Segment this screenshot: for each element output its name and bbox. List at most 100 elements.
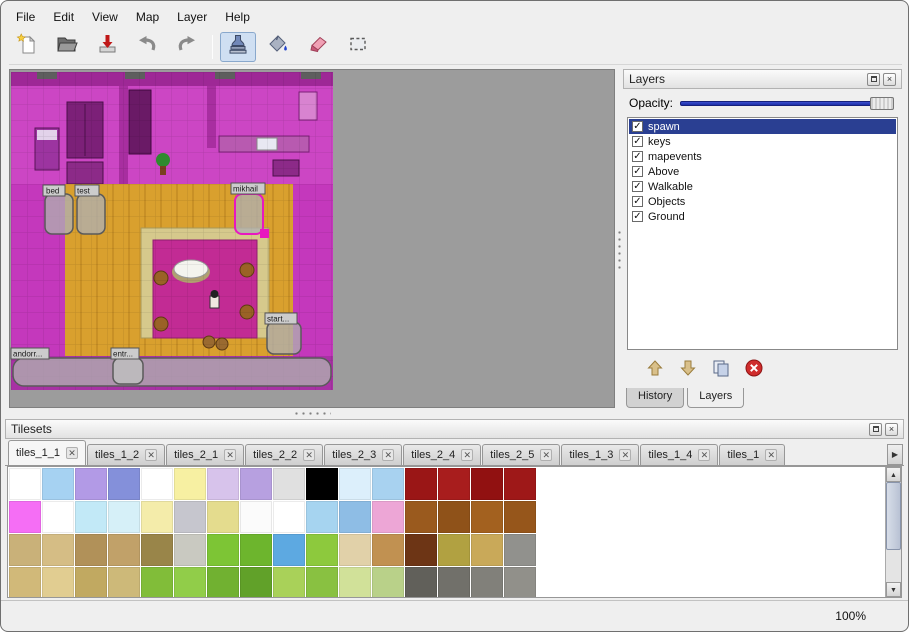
tileset-tab[interactable]: tiles_1_4 ✕ [640, 444, 718, 465]
map-object[interactable] [267, 322, 301, 354]
bucket-fill-button[interactable] [260, 32, 296, 62]
tileset-tile[interactable] [42, 567, 74, 598]
layer-visibility-checkbox[interactable]: ✓ [632, 181, 643, 192]
tileset-tile[interactable] [339, 534, 371, 566]
menu-file[interactable]: File [7, 7, 44, 27]
tab-history[interactable]: History [626, 388, 684, 408]
close-dock-icon[interactable]: × [883, 73, 896, 86]
duplicate-layer-icon[interactable] [709, 356, 733, 380]
tileset-tile[interactable] [108, 501, 140, 533]
close-tab-icon[interactable]: ✕ [145, 449, 157, 461]
tileset-tab[interactable]: tiles_1 ✕ [719, 444, 785, 465]
opacity-slider[interactable] [680, 96, 896, 111]
tileset-tab[interactable]: tiles_2_2 ✕ [245, 444, 323, 465]
rect-select-button[interactable] [340, 32, 376, 62]
tileset-grid[interactable] [8, 467, 537, 597]
tileset-tile[interactable] [471, 567, 503, 598]
tileset-tile[interactable] [339, 468, 371, 500]
close-tab-icon[interactable]: ✕ [619, 449, 631, 461]
tileset-tile[interactable] [504, 534, 536, 566]
tileset-tile[interactable] [141, 501, 173, 533]
scrollbar-track[interactable] [886, 482, 901, 582]
tileset-tile[interactable] [207, 468, 239, 500]
tileset-tile[interactable] [306, 534, 338, 566]
layer-visibility-checkbox[interactable]: ✓ [632, 211, 643, 222]
opacity-slider-handle[interactable] [870, 97, 894, 110]
tileset-tile[interactable] [504, 567, 536, 598]
tileset-tile[interactable] [174, 534, 206, 566]
close-tab-icon[interactable]: ✕ [461, 449, 473, 461]
close-tab-icon[interactable]: ✕ [765, 449, 777, 461]
tileset-tile[interactable] [471, 501, 503, 533]
tileset-tab[interactable]: tiles_2_4 ✕ [403, 444, 481, 465]
layer-visibility-checkbox[interactable]: ✓ [632, 121, 643, 132]
tileset-tile[interactable] [405, 567, 437, 598]
tileset-tab[interactable]: tiles_1_2 ✕ [87, 444, 165, 465]
layer-visibility-checkbox[interactable]: ✓ [632, 196, 643, 207]
tileset-tile[interactable] [438, 501, 470, 533]
layer-row[interactable]: ✓ spawn [629, 119, 896, 134]
tileset-tile[interactable] [141, 567, 173, 598]
tileset-tab[interactable]: tiles_2_5 ✕ [482, 444, 560, 465]
tileset-tile[interactable] [339, 567, 371, 598]
scrollbar-thumb[interactable] [886, 482, 901, 550]
tileset-tile[interactable] [372, 567, 404, 598]
tileset-tile[interactable] [240, 468, 272, 500]
tileset-tile[interactable] [75, 468, 107, 500]
scroll-down-icon[interactable]: ▼ [886, 582, 901, 597]
menu-edit[interactable]: Edit [44, 7, 83, 27]
tileset-tile[interactable] [273, 534, 305, 566]
map-canvas[interactable]: bed test mikhail start... andorr... [9, 69, 615, 408]
tileset-tile[interactable] [42, 501, 74, 533]
tileset-tile[interactable] [174, 567, 206, 598]
map-object[interactable] [113, 358, 143, 384]
menu-layer[interactable]: Layer [168, 7, 216, 27]
tileset-tile[interactable] [372, 534, 404, 566]
tab-layers[interactable]: Layers [687, 388, 744, 408]
scroll-up-icon[interactable]: ▲ [886, 467, 901, 482]
layer-row[interactable]: ✓ Objects [629, 194, 896, 209]
delete-layer-icon[interactable] [742, 356, 766, 380]
raise-layer-icon[interactable] [643, 356, 667, 380]
tileset-tab[interactable]: tiles_2_3 ✕ [324, 444, 402, 465]
tileset-tile[interactable] [108, 468, 140, 500]
horizontal-splitter[interactable] [9, 408, 615, 419]
tileset-tile[interactable] [75, 534, 107, 566]
tileset-tile[interactable] [240, 567, 272, 598]
tileset-tile[interactable] [273, 567, 305, 598]
tileset-tile[interactable] [141, 468, 173, 500]
float-dock-icon[interactable] [869, 423, 882, 436]
save-map-button[interactable] [89, 32, 125, 62]
map-object-handle[interactable] [260, 229, 269, 238]
vertical-splitter[interactable] [617, 229, 622, 269]
map-object-selected[interactable] [235, 194, 263, 234]
layer-visibility-checkbox[interactable]: ✓ [632, 151, 643, 162]
tileset-tile[interactable] [405, 468, 437, 500]
tileset-scrollbar[interactable]: ▲ ▼ [885, 467, 901, 597]
layer-row[interactable]: ✓ keys [629, 134, 896, 149]
close-tab-icon[interactable]: ✕ [698, 449, 710, 461]
tileset-tile[interactable] [438, 567, 470, 598]
close-tab-icon[interactable]: ✕ [540, 449, 552, 461]
tileset-tile[interactable] [372, 468, 404, 500]
tileset-tile[interactable] [207, 534, 239, 566]
tileset-tile[interactable] [438, 534, 470, 566]
tileset-tile[interactable] [273, 468, 305, 500]
tileset-tile[interactable] [405, 534, 437, 566]
tileset-tile[interactable] [174, 501, 206, 533]
tileset-tile[interactable] [108, 534, 140, 566]
menu-view[interactable]: View [83, 7, 127, 27]
tileset-tile[interactable] [471, 534, 503, 566]
layer-row[interactable]: ✓ Walkable [629, 179, 896, 194]
tileset-tab[interactable]: tiles_1_1 ✕ [8, 440, 86, 465]
layer-visibility-checkbox[interactable]: ✓ [632, 136, 643, 147]
open-map-button[interactable] [49, 32, 85, 62]
close-tab-icon[interactable]: ✕ [382, 449, 394, 461]
tileset-tile[interactable] [306, 501, 338, 533]
tileset-tile[interactable] [240, 534, 272, 566]
tileset-tile[interactable] [75, 501, 107, 533]
tileset-tile[interactable] [438, 468, 470, 500]
tileset-tile[interactable] [9, 468, 41, 500]
float-dock-icon[interactable] [867, 73, 880, 86]
tileset-tile[interactable] [75, 567, 107, 598]
